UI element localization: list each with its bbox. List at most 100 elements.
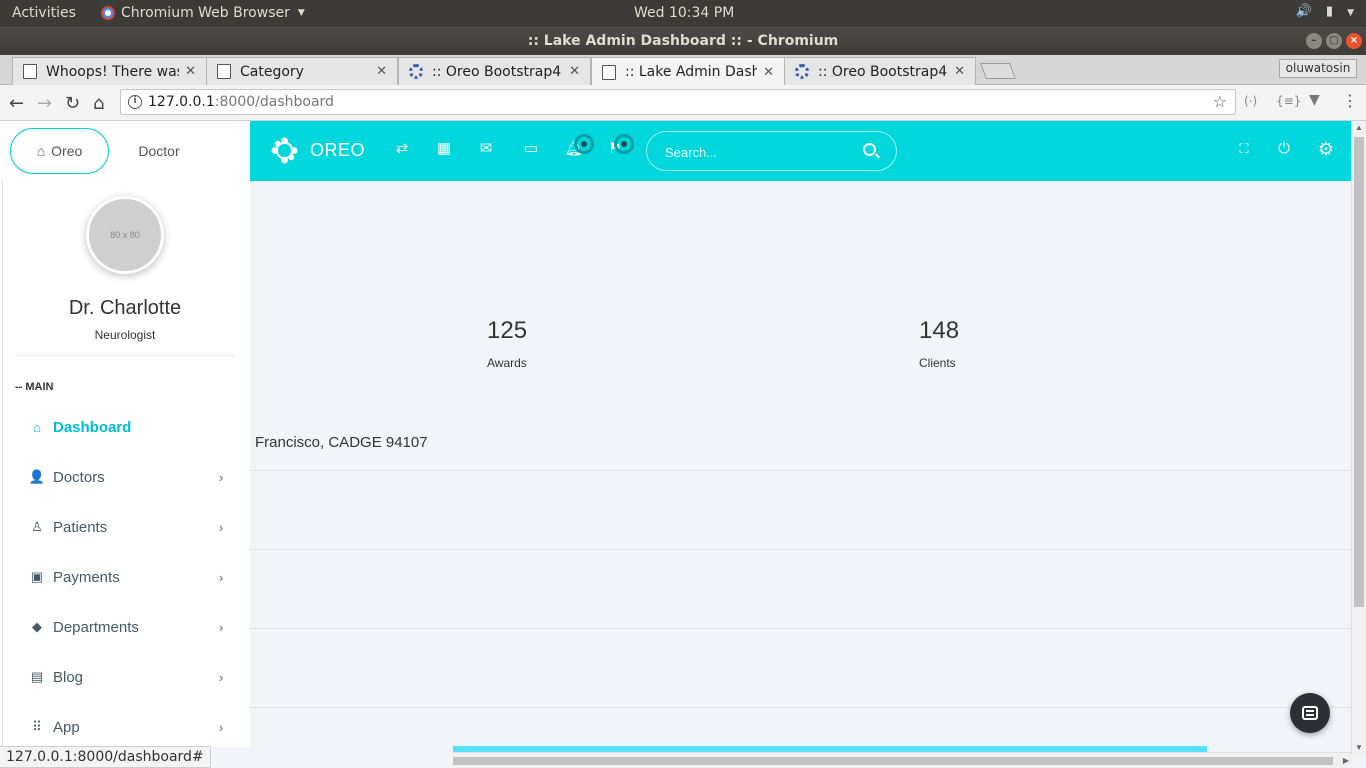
oreo-logo-icon[interactable]: [271, 137, 298, 164]
tab-title: :: Oreo Bootstrap4: [818, 63, 948, 80]
json-extension-icon[interactable]: {≡}: [1276, 94, 1301, 108]
minimize-icon[interactable]: –: [1306, 33, 1322, 49]
tab-oreo[interactable]: ⌂ Oreo: [10, 128, 109, 174]
os-top-panel: Activities Chromium Web Browser ▼ Wed 10…: [0, 0, 1366, 27]
scroll-up-icon[interactable]: ▲: [1355, 123, 1363, 132]
top-navbar: OREO ⇄ ▦ ✉ ▭ 🔔︎ ⚑ ⛶ ⏻ ⚙: [250, 121, 1351, 181]
volume-icon[interactable]: 🔊: [1296, 4, 1312, 22]
sidebar-item-dashboard[interactable]: ⌂ Dashboard: [15, 407, 235, 447]
sidebar-item-departments[interactable]: ◆ Departments ›: [15, 607, 235, 647]
maximize-icon[interactable]: □: [1326, 33, 1342, 49]
avatar[interactable]: 80 x 80: [86, 196, 164, 274]
bookmark-star-icon[interactable]: ☆: [1213, 90, 1227, 114]
stat-awards-label: Awards: [487, 356, 527, 370]
divider: [250, 470, 1351, 471]
label-icon: ◆: [32, 619, 42, 634]
profile-name: Dr. Charlotte: [68, 297, 182, 319]
tab-label: Oreo: [51, 143, 83, 159]
close-icon[interactable]: ✕: [185, 64, 196, 79]
activities-button[interactable]: Activities: [12, 5, 76, 21]
divider: [250, 628, 1351, 629]
browser-tab[interactable]: Whoops! There was ✕: [12, 57, 207, 85]
chevron-right-icon: ›: [219, 519, 224, 535]
tab-title: Category: [240, 63, 304, 80]
sidebar-item-label: Dashboard: [53, 418, 132, 436]
wallet-icon: ▣: [30, 569, 44, 584]
kebab-menu-icon[interactable]: ⋮: [1342, 91, 1358, 110]
browser-tab[interactable]: Category ✕: [206, 57, 398, 85]
sidebar-item-payments[interactable]: ▣ Payments ›: [15, 557, 235, 597]
stat-clients-label: Clients: [919, 356, 956, 370]
fullscreen-icon[interactable]: ⛶: [1234, 139, 1254, 159]
mail-icon[interactable]: ✉: [476, 139, 496, 159]
reload-icon[interactable]: ↻: [65, 93, 80, 114]
brand-name[interactable]: OREO: [310, 140, 365, 161]
horizontal-scrollbar[interactable]: ▶: [453, 752, 1351, 768]
calendar-icon[interactable]: ▦: [434, 139, 454, 159]
browser-tab[interactable]: :: Oreo Bootstrap4 ✕: [398, 57, 591, 85]
sidebar-item-label: App: [53, 718, 80, 736]
chevron-right-icon: ›: [219, 569, 224, 585]
battery-icon[interactable]: ▮: [1326, 4, 1333, 22]
scrollbar-thumb[interactable]: [1354, 137, 1364, 607]
divider: [15, 355, 235, 356]
home-icon[interactable]: ⌂: [93, 93, 104, 114]
document-icon: [23, 64, 37, 79]
tab-title: :: Oreo Bootstrap4: [432, 63, 562, 80]
chevron-right-icon: ›: [219, 669, 224, 685]
system-tray[interactable]: 🔊 ▮ ▼: [1296, 4, 1354, 22]
tab-label: Doctor: [138, 143, 180, 159]
document-icon: [602, 64, 616, 80]
back-icon[interactable]: ←: [9, 93, 24, 114]
scrollbar-thumb[interactable]: [453, 757, 1333, 765]
info-icon[interactable]: i: [128, 95, 142, 109]
close-icon[interactable]: ✕: [376, 64, 387, 79]
scroll-down-icon[interactable]: ▼: [1355, 743, 1363, 752]
profile-button[interactable]: oluwatosin: [1279, 59, 1357, 78]
caret-down-icon[interactable]: ▼: [1347, 4, 1354, 22]
sidebar-tabs: ⌂ Oreo Doctor: [10, 128, 240, 174]
sidebar-item-blog[interactable]: ▤ Blog ›: [15, 657, 235, 697]
caret-down-icon: ▼: [297, 8, 305, 18]
swap-icon[interactable]: ⇄: [392, 139, 412, 159]
oreo-favicon-icon: [795, 64, 809, 79]
address-bar[interactable]: i 127.0.0.1:8000/dashboard ☆: [120, 89, 1236, 115]
new-tab-button[interactable]: [980, 63, 1016, 79]
tab-title: Whoops! There was: [46, 63, 180, 80]
stat-clients-value: 148: [919, 317, 960, 344]
browser-tab-active[interactable]: :: Lake Admin Dashb ✕: [591, 57, 785, 86]
sidebar-item-doctors[interactable]: 👤 Doctors ›: [15, 457, 235, 497]
document-icon: [217, 64, 231, 79]
contacts-icon[interactable]: ▭: [521, 139, 541, 159]
status-bubble: 127.0.0.1:8000/dashboard#: [0, 746, 211, 768]
extension-icon[interactable]: (·): [1244, 94, 1257, 108]
app-menu[interactable]: Chromium Web Browser ▼: [101, 5, 305, 21]
apps-grid-icon: ⠿: [32, 719, 42, 734]
search-input[interactable]: [665, 142, 855, 162]
scroll-right-icon[interactable]: ▶: [1343, 756, 1349, 765]
close-icon[interactable]: ✕: [763, 65, 774, 80]
divider: [250, 549, 1351, 550]
close-icon[interactable]: ✕: [569, 64, 580, 79]
notification-pulse-icon: [614, 134, 634, 154]
close-icon[interactable]: ×: [1346, 33, 1362, 49]
vertical-scrollbar[interactable]: ▲ ▼: [1351, 121, 1366, 754]
search-icon[interactable]: [863, 143, 876, 156]
vue-devtools-icon[interactable]: ▼: [1309, 92, 1320, 108]
forward-icon[interactable]: →: [37, 93, 52, 114]
avatar-placeholder-text: 80 x 80: [110, 230, 140, 240]
sidebar-item-label: Departments: [53, 618, 139, 636]
chat-button[interactable]: [1290, 693, 1330, 733]
power-icon[interactable]: ⏻: [1274, 139, 1294, 159]
window-titlebar: :: Lake Admin Dashboard :: - Chromium – …: [0, 27, 1366, 55]
url-host: 127.0.0.1: [148, 94, 215, 110]
close-icon[interactable]: ✕: [954, 64, 965, 79]
tab-doctor[interactable]: Doctor: [120, 128, 198, 174]
browser-tab[interactable]: :: Oreo Bootstrap4 ✕: [784, 57, 976, 85]
clock[interactable]: Wed 10:34 PM: [634, 5, 734, 21]
web-page: ⌂ Oreo Doctor 80 x 80 Dr. Charlotte Neur…: [0, 121, 1351, 747]
chevron-right-icon: ›: [219, 469, 224, 485]
sidebar-item-patients[interactable]: ♙ Patients ›: [15, 507, 235, 547]
settings-gear-icon[interactable]: ⚙: [1316, 139, 1336, 159]
sidebar-item-app[interactable]: ⠿ App ›: [15, 707, 235, 747]
